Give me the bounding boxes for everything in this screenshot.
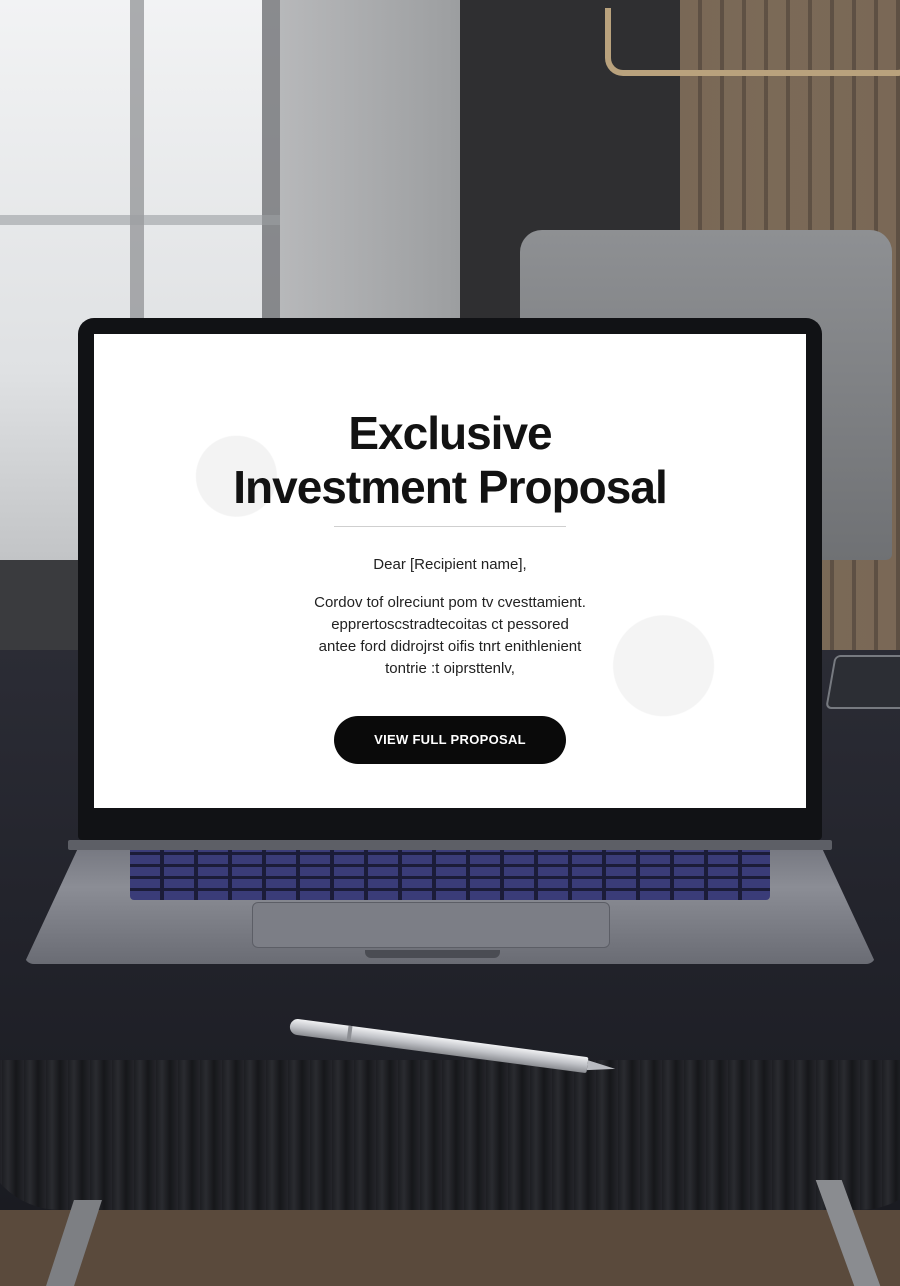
floor — [0, 1210, 900, 1286]
laptop-lid: Exclusive Investment Proposal Dear [Reci… — [78, 318, 822, 840]
email-body-line: antee ford didrojrst oifis tnrt enithlen… — [318, 638, 582, 655]
email-body-line: epprertoscstradtecoitas ct pessored — [331, 616, 569, 633]
laptop-screen: Exclusive Investment Proposal Dear [Reci… — [94, 334, 806, 808]
pen-band — [346, 1025, 353, 1043]
laptop-keyboard — [130, 846, 770, 900]
table-edge — [0, 1060, 900, 1210]
email-title: Exclusive Investment Proposal — [94, 406, 806, 514]
window-mullion — [0, 215, 280, 225]
pendant-lamp — [605, 8, 900, 76]
laptop-front-lip — [365, 950, 500, 958]
email-body-line: Cordov tof olreciunt pom tv cvesttamient… — [314, 594, 586, 611]
email-title-line: Exclusive — [348, 407, 552, 459]
email-body-line: tontrie :t oiprsttenlv, — [385, 660, 515, 677]
email-content: Exclusive Investment Proposal Dear [Reci… — [94, 334, 806, 808]
view-full-proposal-button[interactable]: VIEW FULL PROPOSAL — [334, 716, 566, 764]
tablet-device — [825, 655, 900, 709]
title-divider — [334, 526, 566, 527]
email-title-line: Investment Proposal — [233, 461, 667, 513]
email-greeting: Dear [Recipient name], — [373, 556, 527, 573]
email-body: Cordov tof olreciunt pom tv cvesttamient… — [260, 592, 640, 680]
laptop-trackpad — [252, 902, 610, 948]
laptop-hinge — [68, 840, 832, 850]
office-scene: Exclusive Investment Proposal Dear [Reci… — [0, 0, 900, 1286]
